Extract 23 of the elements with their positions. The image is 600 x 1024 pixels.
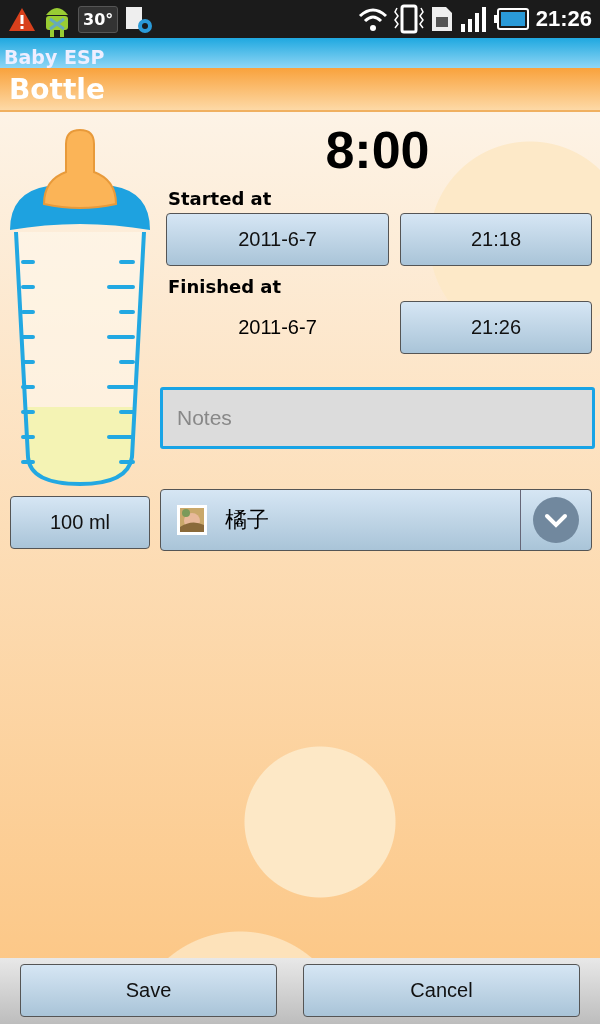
save-button[interactable]: Save [20, 964, 277, 1017]
finished-label: Finished at [168, 276, 282, 297]
signal-icon [459, 6, 488, 32]
start-date-button[interactable]: 2011-6-7 [166, 213, 389, 266]
finish-time-button[interactable]: 21:26 [400, 301, 592, 354]
cancel-button[interactable]: Cancel [303, 964, 580, 1017]
sim-card-icon [429, 5, 454, 33]
chevron-down-icon [533, 497, 579, 543]
battery-icon [493, 7, 530, 31]
app-title: Baby ESP [3, 46, 105, 68]
warning-icon [8, 6, 36, 32]
status-time: 21:26 [535, 6, 592, 32]
notes-field[interactable]: Notes [160, 387, 595, 449]
vibrate-icon [393, 4, 424, 34]
temperature-badge: 30° [78, 5, 119, 33]
start-time-button[interactable]: 21:18 [400, 213, 592, 266]
screen-title: Bottle [8, 72, 105, 106]
amount-button[interactable]: 100 ml [10, 496, 150, 549]
duration-text: 8:00 [325, 122, 430, 178]
wifi-icon [357, 6, 388, 32]
started-label: Started at [168, 188, 272, 209]
finish-date: 2011-6-7 [238, 315, 317, 340]
baby-dropdown[interactable]: 橘子 [160, 489, 592, 551]
